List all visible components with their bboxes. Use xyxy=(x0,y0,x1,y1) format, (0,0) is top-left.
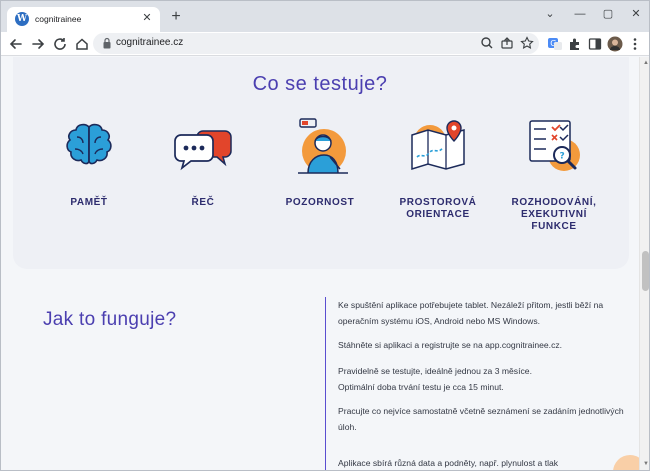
minimize-button[interactable]: — xyxy=(569,5,591,23)
tab-strip: W cognitrainee ✕ + ⌄ — ▢ ✕ xyxy=(1,1,649,32)
page-scrollbar[interactable]: ▲ ▼ xyxy=(639,57,649,470)
howto-paragraph: Pravidelně se testujte, ideálně jednou z… xyxy=(338,366,532,392)
scroll-down-arrow-icon[interactable]: ▼ xyxy=(642,460,649,468)
tab-search-button[interactable]: ⌄ xyxy=(539,5,561,23)
feature-label: ŘEČ xyxy=(191,197,215,208)
tab-title: cognitrainee xyxy=(35,14,82,24)
profile-avatar[interactable] xyxy=(607,36,623,52)
feature-label: POZORNOST xyxy=(285,197,355,208)
map-pin-icon xyxy=(411,120,465,171)
howto-paragraph: Pracujte co nejvíce samostatně včetně se… xyxy=(338,406,624,432)
focused-person-icon xyxy=(298,118,348,174)
address-bar[interactable]: cognitrainee.cz xyxy=(93,33,539,54)
url-text: cognitrainee.cz xyxy=(116,37,184,48)
browser-window: W cognitrainee ✕ + ⌄ — ▢ ✕ cognitrainee.… xyxy=(0,0,650,471)
feature-memory: PAMĚŤ xyxy=(34,117,144,208)
reload-button[interactable] xyxy=(50,34,70,54)
section-title: Co se testuje? xyxy=(252,73,388,95)
feature-orientation: PROSTOROVÁ ORIENTACE xyxy=(383,117,493,220)
tab-cognitrainee[interactable]: W cognitrainee ✕ xyxy=(7,7,160,32)
sidepanel-icon[interactable] xyxy=(587,36,603,52)
close-tab-icon[interactable]: ✕ xyxy=(140,11,154,25)
section-divider xyxy=(325,297,326,470)
feature-speech: ŘEČ xyxy=(148,117,258,208)
scroll-up-arrow-icon[interactable]: ▲ xyxy=(642,59,649,67)
feature-label: PROSTOROVÁ ORIENTACE xyxy=(399,197,477,220)
new-tab-button[interactable]: + xyxy=(168,9,184,25)
howto-title: Jak to funguje? xyxy=(43,309,177,330)
scrollbar-thumb[interactable] xyxy=(642,251,649,291)
feature-decision: ? ROZHODOVÁNÍ, EXEKUTIVNÍ FUNKCE xyxy=(499,117,609,232)
speech-bubbles-icon xyxy=(174,130,232,171)
howto-paragraph: Ke spuštění aplikace potřebujete tablet.… xyxy=(338,300,604,326)
wordpress-icon: W xyxy=(15,12,29,26)
extensions-puzzle-icon[interactable] xyxy=(567,36,583,52)
feature-attention: POZORNOST xyxy=(265,117,375,208)
browser-toolbar: cognitrainee.cz G xyxy=(1,32,649,56)
svg-text:?: ? xyxy=(560,152,565,162)
bookmark-star-icon[interactable] xyxy=(519,35,535,51)
close-window-button[interactable]: ✕ xyxy=(625,5,647,23)
lock-icon xyxy=(103,37,111,49)
forward-button[interactable] xyxy=(28,34,48,54)
translate-extension-icon[interactable]: G xyxy=(547,36,563,52)
howto-paragraph: Aplikace sbírá různá data a podněty, nap… xyxy=(338,458,559,468)
feature-label: PAMĚŤ xyxy=(70,197,108,208)
kebab-menu-icon[interactable] xyxy=(627,36,643,52)
home-button[interactable] xyxy=(72,34,92,54)
checklist-magnifier-icon: ? xyxy=(529,120,580,171)
feature-label: ROZHODOVÁNÍ, EXEKUTIVNÍ FUNKCE xyxy=(511,197,597,232)
share-icon[interactable] xyxy=(499,35,515,51)
back-button[interactable] xyxy=(6,34,26,54)
maximize-button[interactable]: ▢ xyxy=(597,5,619,23)
howto-paragraph: Stáhněte si aplikaci a registrujte se na… xyxy=(338,340,563,350)
brain-icon xyxy=(66,123,112,165)
page-viewport: Co se testuje? PAMĚŤ ŘEČ POZORNOST PROST… xyxy=(1,57,639,470)
zoom-icon[interactable] xyxy=(479,35,495,51)
